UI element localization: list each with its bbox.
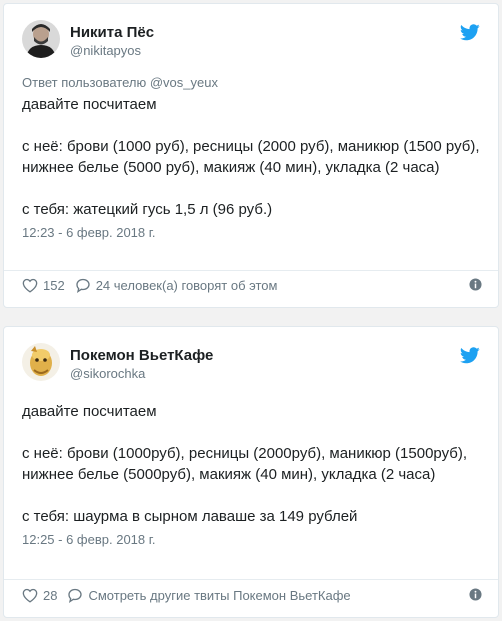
speech-bubble-icon — [75, 278, 91, 293]
divider — [4, 270, 498, 271]
tweet-paragraph: с тебя: жатецкий гусь 1,5 л (96 руб.) — [22, 201, 273, 218]
twitter-bird-icon[interactable] — [460, 24, 480, 41]
like-button[interactable]: 152 — [22, 278, 65, 293]
tweet-body: давайте посчитаем с неё: брови (1000руб)… — [22, 401, 484, 549]
like-count: 28 — [43, 587, 58, 603]
tweet-actions: 152 24 человек(а) говорят об этом — [22, 275, 484, 295]
avatar[interactable] — [22, 20, 60, 58]
more-tweets-link[interactable]: Смотреть другие твиты Покемон ВьетКафе — [67, 587, 351, 603]
author-name[interactable]: Никита Пёс — [70, 23, 154, 42]
author-handle[interactable]: @nikitapyos — [70, 42, 154, 59]
tweet-paragraph: давайте посчитаем — [22, 96, 157, 113]
more-tweets-label: Смотреть другие твиты Покемон ВьетКафе — [88, 587, 351, 603]
avatar[interactable] — [22, 343, 60, 381]
author-names: Покемон ВьетКафе @sikorochka — [70, 346, 213, 382]
comments-link[interactable]: 24 человек(а) говорят об этом — [75, 277, 278, 293]
speech-bubble-icon — [67, 588, 83, 603]
tweet-body: Ответ пользователю @vos_yeux давайте пос… — [22, 74, 484, 242]
divider — [4, 579, 498, 580]
tweet-text: давайте посчитаем с неё: брови (1000руб)… — [22, 401, 484, 527]
tweet-text: давайте посчитаем с неё: брови (1000 руб… — [22, 94, 484, 220]
author-names: Никита Пёс @nikitapyos — [70, 23, 154, 59]
tweet-actions: 28 Смотреть другие твиты Покемон ВьетКаф… — [22, 585, 484, 605]
like-button[interactable]: 28 — [22, 588, 57, 603]
info-icon[interactable] — [469, 278, 482, 291]
tweet-timestamp[interactable]: 12:23 - 6 февр. 2018 г. — [22, 224, 484, 242]
tweet-paragraph: с неё: брови (1000 руб), ресницы (2000 р… — [22, 138, 480, 176]
heart-icon — [22, 588, 38, 603]
author-handle[interactable]: @sikorochka — [70, 365, 213, 382]
tweet-paragraph: с неё: брови (1000руб), ресницы (2000руб… — [22, 445, 468, 483]
tweet-timestamp[interactable]: 12:25 - 6 февр. 2018 г. — [22, 531, 484, 549]
like-count: 152 — [43, 277, 65, 293]
tweet-header: Никита Пёс @nikitapyos — [22, 20, 484, 64]
tweet-header: Покемон ВьетКафе @sikorochka — [22, 343, 484, 387]
tweet-card[interactable]: Никита Пёс @nikitapyos Ответ пользовател… — [3, 3, 499, 308]
tweet-paragraph: с тебя: шаурма в сырном лаваше за 149 ру… — [22, 508, 358, 525]
author-name[interactable]: Покемон ВьетКафе — [70, 346, 213, 365]
tweet-card[interactable]: Покемон ВьетКафе @sikorochka давайте пос… — [3, 326, 499, 618]
comments-label: 24 человек(а) говорят об этом — [95, 277, 278, 293]
twitter-bird-icon[interactable] — [460, 347, 480, 364]
heart-icon — [22, 278, 38, 293]
tweet-paragraph: давайте посчитаем — [22, 403, 157, 420]
reply-to[interactable]: Ответ пользователю @vos_yeux — [22, 74, 484, 92]
info-icon[interactable] — [469, 588, 482, 601]
